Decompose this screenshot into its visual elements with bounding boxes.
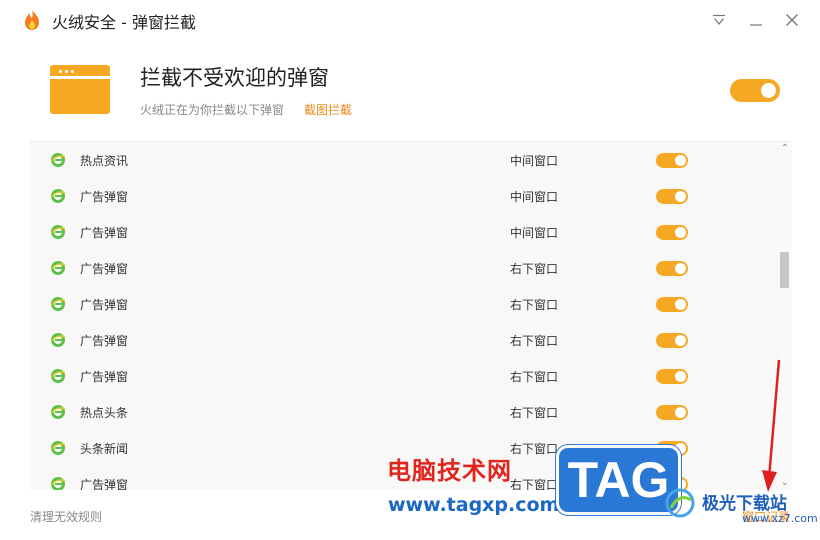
watermark-site-url: www.xz7.com xyxy=(742,512,818,525)
list-item: 广告弹窗 右下窗口 xyxy=(30,358,778,394)
popup-position: 中间窗口 xyxy=(510,226,559,240)
list-item: 广告弹窗 右下窗口 xyxy=(30,250,778,286)
rule-toggle[interactable] xyxy=(656,369,688,384)
popup-name: 广告弹窗 xyxy=(80,478,129,490)
popup-position: 右下窗口 xyxy=(510,478,559,490)
page-title: 拦截不受欢迎的弹窗 xyxy=(140,66,329,90)
popup-position: 中间窗口 xyxy=(510,190,559,204)
rule-toggle[interactable] xyxy=(656,333,688,348)
huorong-logo-icon xyxy=(25,10,39,30)
scrollbar-thumb[interactable] xyxy=(780,252,789,288)
rule-toggle[interactable] xyxy=(656,405,688,420)
popup-rule-list: 热点资讯 中间窗口 广告弹窗 中间窗口 广告弹窗 中间窗口 广告弹窗 右下窗口 广告弹窗 右下窗口… xyxy=(30,142,778,490)
ie-browser-icon xyxy=(50,224,66,240)
close-icon[interactable] xyxy=(780,8,804,32)
watermark-site-text: 电脑技术网 xyxy=(387,457,512,485)
menu-icon[interactable] xyxy=(707,8,731,32)
popup-name: 头条新闻 xyxy=(80,442,129,456)
popup-intercept-toggle[interactable] xyxy=(730,79,780,102)
popup-name: 广告弹窗 xyxy=(80,262,129,276)
page-subtitle: 火绒正在为你拦截以下弹窗 xyxy=(140,103,285,117)
title-bar: 火绒安全 - 弹窗拦截 xyxy=(0,0,820,40)
popup-name: 热点资讯 xyxy=(80,154,129,168)
popup-name: 热点头条 xyxy=(80,406,129,420)
popup-position: 右下窗口 xyxy=(510,442,559,456)
list-item: 广告弹窗 中间窗口 xyxy=(30,214,778,250)
rule-toggle[interactable] xyxy=(656,225,688,240)
popup-position: 右下窗口 xyxy=(510,370,559,384)
ie-browser-icon xyxy=(50,404,66,420)
popup-name: 广告弹窗 xyxy=(80,334,129,348)
clear-invalid-rules-link[interactable]: 清理无效规则 xyxy=(30,508,102,525)
scroll-up-icon[interactable]: ⌃ xyxy=(780,144,790,154)
popup-name: 广告弹窗 xyxy=(80,190,129,204)
popup-position: 右下窗口 xyxy=(510,334,559,348)
ie-browser-icon xyxy=(50,188,66,204)
rule-toggle[interactable] xyxy=(656,297,688,312)
tag-logo-badge: TAG xyxy=(556,445,681,515)
ie-browser-icon xyxy=(50,296,66,312)
popup-name: 广告弹窗 xyxy=(80,226,129,240)
rule-toggle[interactable] xyxy=(656,153,688,168)
ie-browser-icon xyxy=(50,260,66,276)
popup-name: 广告弹窗 xyxy=(80,370,129,384)
popup-position: 右下窗口 xyxy=(510,262,559,276)
window-title: 火绒安全 - 弹窗拦截 xyxy=(52,13,196,32)
minimize-icon[interactable] xyxy=(744,8,768,32)
list-item: 热点头条 右下窗口 xyxy=(30,394,778,430)
rule-toggle[interactable] xyxy=(656,261,688,276)
popup-name: 广告弹窗 xyxy=(80,298,129,312)
popup-window-icon xyxy=(50,65,110,114)
ie-browser-icon xyxy=(50,152,66,168)
list-item: 热点资讯 中间窗口 xyxy=(30,142,778,178)
popup-position: 中间窗口 xyxy=(510,154,559,168)
ie-browser-icon xyxy=(50,368,66,384)
ie-browser-icon xyxy=(50,332,66,348)
watermark-site-name: 极光下载站 xyxy=(702,494,787,514)
rule-toggle[interactable] xyxy=(656,189,688,204)
xz7-logo-icon xyxy=(665,488,695,518)
list-scrollbar[interactable]: ⌃ ⌄ xyxy=(778,142,792,490)
scroll-down-icon[interactable]: ⌄ xyxy=(780,478,790,488)
ie-browser-icon xyxy=(50,476,66,490)
ie-browser-icon xyxy=(50,440,66,456)
popup-position: 右下窗口 xyxy=(510,298,559,312)
screenshot-intercept-link[interactable]: 截图拦截 xyxy=(304,101,352,118)
watermark-url: www.tagxp.com xyxy=(388,494,560,516)
list-item: 广告弹窗 右下窗口 xyxy=(30,286,778,322)
list-item: 广告弹窗 右下窗口 xyxy=(30,322,778,358)
list-item: 广告弹窗 中间窗口 xyxy=(30,178,778,214)
popup-position: 右下窗口 xyxy=(510,406,559,420)
